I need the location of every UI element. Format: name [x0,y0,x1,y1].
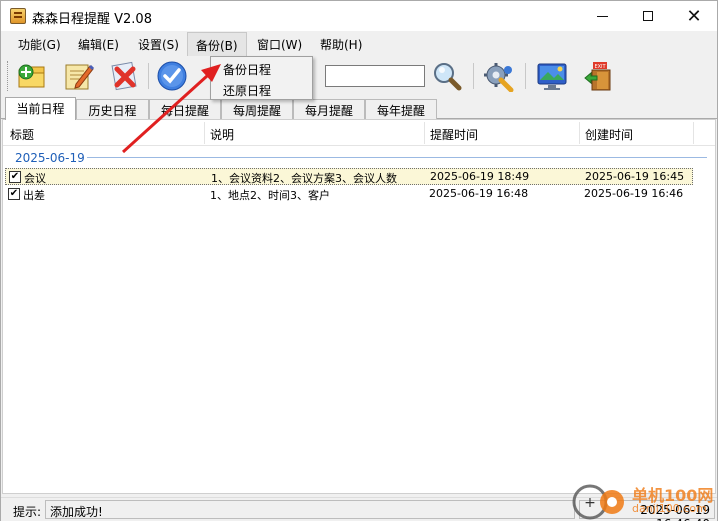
tab-monthly[interactable]: 每月提醒 [293,99,365,119]
menu-help[interactable]: 帮助(H) [318,36,364,53]
status-label: 提示: [13,505,42,519]
backup-dropdown-menu: 备份日程 还原日程 [210,56,313,100]
minimize-button[interactable] [579,1,625,31]
app-window: 森森日程提醒 V2.08 ✕ 功能(G) 编辑(E) 设置(S) 备份(B) 窗… [0,0,718,521]
settings-icon [484,63,514,93]
display-button[interactable] [536,60,568,92]
column-divider[interactable] [204,122,205,144]
app-calendar-icon [10,8,26,24]
group-divider [87,157,707,158]
search-button[interactable] [431,60,463,92]
group-date-label: 2025-06-19 [15,151,85,165]
exit-button[interactable]: EXIT [583,60,615,92]
toolbar-separator [473,63,474,89]
edit-icon [65,64,95,90]
row-created-time: 2025-06-19 16:46 [584,187,684,200]
delete-icon [111,61,137,91]
status-clock: 2025-06-19 16:46:40 [579,500,715,521]
column-remind-time[interactable]: 提醒时间 [430,126,478,143]
close-button[interactable]: ✕ [671,1,717,31]
list-header: 标题 说明 提醒时间 创建时间 [3,120,715,146]
tab-daily[interactable]: 每日提醒 [149,99,221,119]
row-title: 出差 [23,189,45,202]
menu-bar: 功能(G) 编辑(E) 设置(S) 备份(B) 窗口(W) 帮助(H) [1,31,717,57]
row-checkbox[interactable]: ✔ [9,171,21,183]
row-created-time: 2025-06-19 16:45 [585,170,685,183]
menu-settings[interactable]: 设置(S) [136,36,181,53]
svg-text:EXIT: EXIT [594,64,606,70]
menu-function[interactable]: 功能(G) [16,36,63,53]
table-row[interactable]: ✔ 出差 1、地点2、时间3、客户 2025-06-19 16:48 2025-… [5,186,693,203]
check-icon [157,61,187,91]
maximize-button[interactable] [625,1,671,31]
menu-edit[interactable]: 编辑(E) [76,36,121,53]
complete-button[interactable] [156,60,188,92]
row-description: 1、地点2、时间3、客户 [210,189,330,202]
settings-button[interactable] [483,60,515,93]
tab-history[interactable]: 历史日程 [76,99,149,119]
title-bar: 森森日程提醒 V2.08 ✕ [1,1,717,31]
edit-schedule-button[interactable] [62,60,95,92]
row-description: 1、会议资料2、会议方案3、会议人数 [211,172,397,185]
row-remind-time: 2025-06-19 18:49 [430,170,530,183]
row-checkbox[interactable]: ✔ [8,188,20,200]
column-title[interactable]: 标题 [10,126,34,143]
toolbar-grip[interactable] [7,61,10,91]
toolbar: EXIT [1,57,717,95]
delete-schedule-button[interactable] [108,60,140,92]
column-divider[interactable] [424,122,425,144]
toolbar-separator [148,63,149,89]
menu-window[interactable]: 窗口(W) [255,36,304,53]
search-icon [434,63,462,91]
schedule-tabs: 当前日程 历史日程 每日提醒 每周提醒 每月提醒 每年提醒 [1,97,717,120]
column-divider[interactable] [693,122,694,144]
column-created-time[interactable]: 创建时间 [585,126,633,143]
tab-yearly[interactable]: 每年提醒 [365,99,437,119]
menu-backup[interactable]: 备份(B) [187,32,247,56]
status-message: 添加成功! [45,500,575,519]
table-row[interactable]: ✔ 会议 1、会议资料2、会议方案3、会议人数 2025-06-19 18:49… [5,168,693,185]
search-input[interactable] [325,65,425,87]
tab-current[interactable]: 当前日程 [5,97,76,120]
row-remind-time: 2025-06-19 16:48 [429,187,529,200]
close-icon: ✕ [686,5,702,27]
exit-icon: EXIT [584,62,611,91]
column-divider[interactable] [579,122,580,144]
add-icon [18,64,45,88]
toolbar-separator [525,63,526,89]
menu-item-backup-schedule[interactable]: 备份日程 [223,61,271,78]
column-description[interactable]: 说明 [210,126,234,143]
window-title: 森森日程提醒 V2.08 [32,12,152,27]
maximize-icon [643,11,653,21]
tab-weekly[interactable]: 每周提醒 [221,99,293,119]
add-schedule-button[interactable] [16,60,48,92]
schedule-list[interactable]: 标题 说明 提醒时间 创建时间 2025-06-19 ✔ 会议 1、会议资料2、… [2,119,716,494]
minimize-icon [596,15,608,17]
display-icon [537,63,567,90]
row-title: 会议 [24,172,46,185]
menu-item-restore-schedule[interactable]: 还原日程 [223,82,271,99]
status-bar: 提示: 添加成功! 2025-06-19 16:46:40 [1,497,717,521]
